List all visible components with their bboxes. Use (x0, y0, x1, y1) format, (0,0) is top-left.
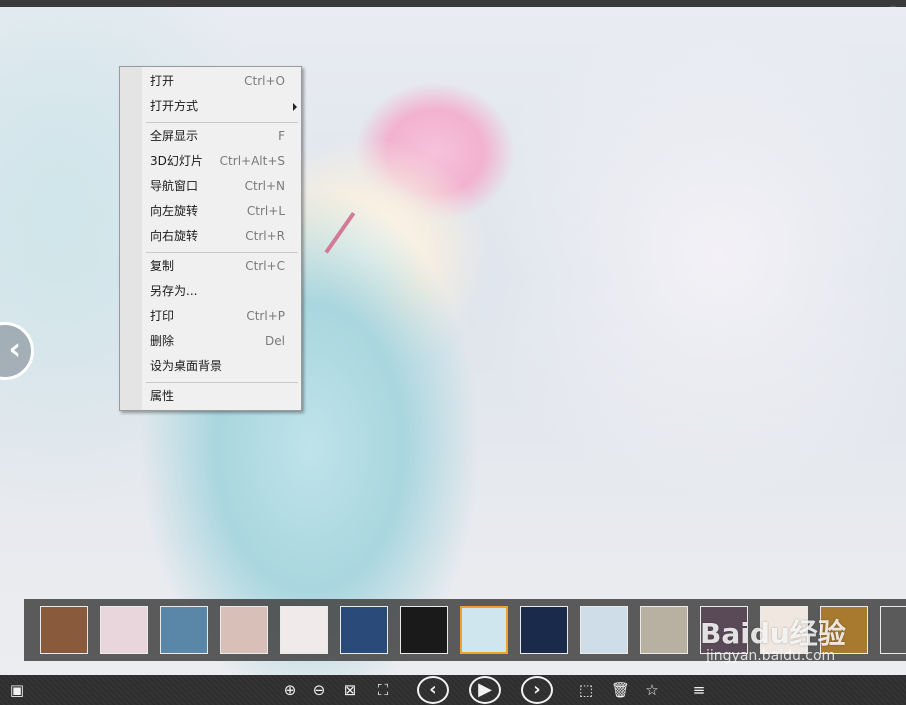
watermark-url: jingyan.baidu.com (706, 648, 836, 664)
previous-icon[interactable]: ‹ (417, 676, 449, 704)
menu-item-label: 向右旋转 (150, 229, 199, 243)
menu-item-shortcut: Ctrl+O (244, 74, 285, 88)
menu-item-label: 全屏显示 (150, 129, 199, 143)
menu-item-rotate-left[interactable]: 向左旋转 Ctrl+L (142, 199, 301, 224)
menu-item-properties[interactable]: 属性 (142, 384, 301, 409)
thumbnail[interactable] (220, 606, 268, 654)
menu-item-label: 设为桌面背景 (150, 359, 223, 373)
menu-item-label: 导航窗口 (150, 179, 199, 193)
thumbnail[interactable] (400, 606, 448, 654)
star-icon[interactable]: ☆ (643, 681, 661, 699)
watermark-logo: Baidu经验 (700, 617, 846, 650)
thumbnail[interactable] (160, 606, 208, 654)
thumbnail[interactable] (40, 606, 88, 654)
menu-separator (146, 252, 298, 253)
heart-stick (324, 212, 356, 254)
menu-item-label: 打印 (150, 309, 175, 323)
next-icon[interactable]: › (521, 676, 553, 704)
thumbnail[interactable] (580, 606, 628, 654)
fullscreen-icon[interactable]: ⛶ (374, 681, 392, 699)
chevron-left-icon: ‹ (8, 332, 21, 367)
menu-item-delete[interactable]: 删除 Del (142, 329, 301, 354)
thumbnail[interactable] (100, 606, 148, 654)
menu-item-shortcut: Del (265, 334, 285, 348)
menu-item-shortcut: Ctrl+N (244, 179, 285, 193)
menu-item-label: 复制 (150, 259, 175, 273)
menu-item-label: 向左旋转 (150, 204, 199, 218)
thumbnail[interactable] (340, 606, 388, 654)
menu-separator (146, 382, 298, 383)
menu-item-navigation-window[interactable]: 导航窗口 Ctrl+N (142, 174, 301, 199)
thumbnail[interactable] (280, 606, 328, 654)
menu-item-3d-slideshow[interactable]: 3D幻灯片 Ctrl+Alt+S (142, 149, 301, 174)
menu-item-shortcut: F (278, 129, 285, 143)
thumbnail[interactable] (880, 606, 906, 654)
thumbnail[interactable] (460, 606, 508, 654)
menu-item-label: 属性 (150, 389, 175, 403)
menu-icon[interactable]: ≡ (690, 681, 708, 699)
menu-item-save-as[interactable]: 另存为... (142, 279, 301, 304)
menu-item-label: 另存为... (150, 284, 198, 298)
menu-icon-gutter (120, 67, 142, 410)
image-icon[interactable]: ▣ (8, 681, 26, 699)
menu-item-shortcut: Ctrl+R (245, 229, 285, 243)
zoom-out-icon[interactable]: ⊖ (310, 681, 328, 699)
menu-item-label: 3D幻灯片 (150, 154, 203, 168)
menu-item-print[interactable]: 打印 Ctrl+P (142, 304, 301, 329)
menu-separator (146, 122, 298, 123)
context-menu: 打开 Ctrl+O 打开方式 全屏显示 F 3D幻灯片 Ctrl+Alt+S 导… (119, 66, 302, 411)
menu-item-label: 删除 (150, 334, 175, 348)
menu-item-shortcut: Ctrl+Alt+S (219, 154, 285, 168)
play-icon[interactable]: ▶ (469, 676, 501, 704)
menu-item-copy[interactable]: 复制 Ctrl+C (142, 254, 301, 279)
bottom-toolbar: ▣ ⊕ ⊖ ⊠ ⛶ ‹ ▶ › ⬚ 🗑 ☆ ≡ (0, 675, 906, 705)
menu-item-set-wallpaper[interactable]: 设为桌面背景 (142, 354, 301, 379)
menu-item-open[interactable]: 打开 Ctrl+O (142, 69, 301, 94)
thumbnail[interactable] (520, 606, 568, 654)
top-bar (0, 0, 906, 7)
menu-item-label: 打开 (150, 74, 175, 88)
menu-item-shortcut: Ctrl+C (245, 259, 285, 273)
menu-item-shortcut: Ctrl+P (246, 309, 285, 323)
thumbnail[interactable] (640, 606, 688, 654)
menu-item-rotate-right[interactable]: 向右旋转 Ctrl+R (142, 224, 301, 249)
submenu-arrow-icon (293, 103, 297, 111)
menu-item-shortcut: Ctrl+L (246, 204, 285, 218)
menu-item-open-with[interactable]: 打开方式 (142, 94, 301, 119)
fit-icon[interactable]: ⊠ (341, 681, 359, 699)
zoom-in-icon[interactable]: ⊕ (281, 681, 299, 699)
menu-item-fullscreen[interactable]: 全屏显示 F (142, 124, 301, 149)
delete-icon[interactable]: 🗑 (611, 681, 630, 699)
crop-icon[interactable]: ⬚ (577, 681, 595, 699)
menu-item-label: 打开方式 (150, 99, 199, 113)
